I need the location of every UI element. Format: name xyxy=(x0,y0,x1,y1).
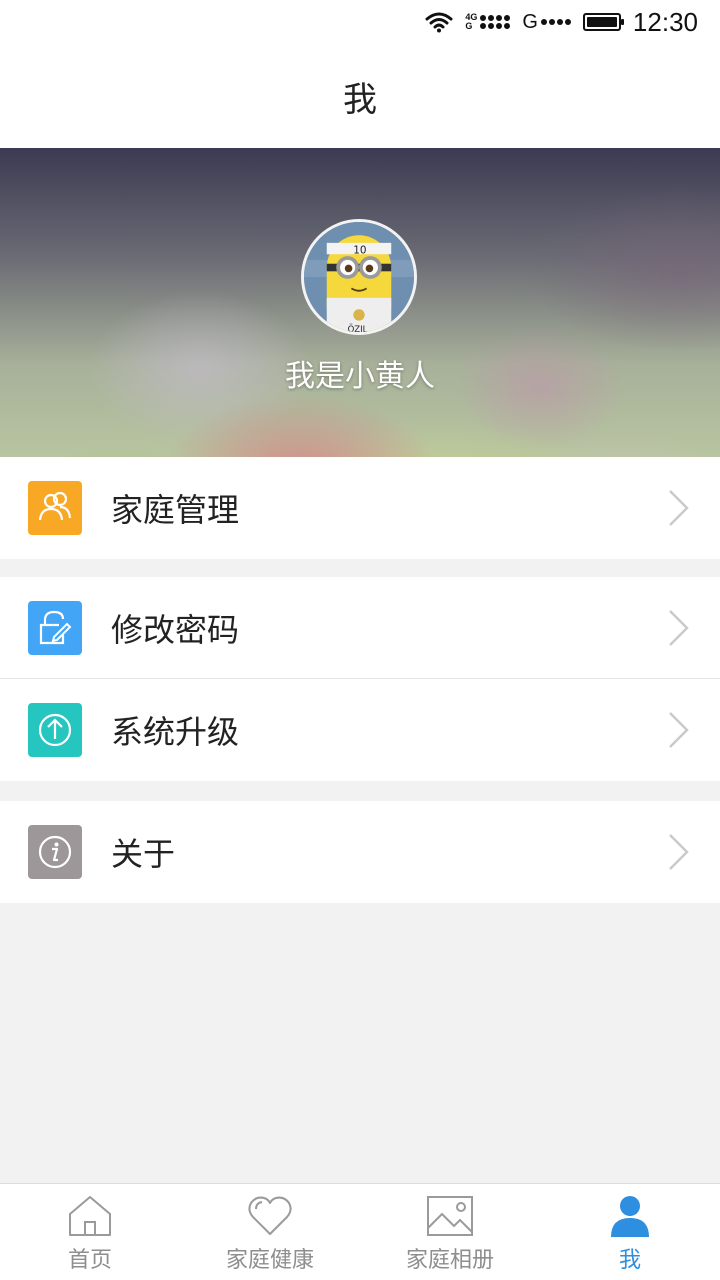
menu-item-label: 关于 xyxy=(111,835,176,873)
tab-bar: 首页 家庭健康 家庭相册 我 xyxy=(0,1183,720,1280)
status-bar: 4G G G 12:30 xyxy=(0,0,720,44)
page-title: 我 xyxy=(343,79,377,120)
tab-family-album[interactable]: 家庭相册 xyxy=(360,1184,540,1280)
avatar[interactable]: 10 ÖZIL xyxy=(301,219,417,335)
home-icon xyxy=(69,1196,111,1236)
second-sim-indicator: G xyxy=(522,11,571,34)
lock-edit-icon xyxy=(28,600,82,655)
chevron-right-icon xyxy=(669,609,689,646)
tab-label: 家庭健康 xyxy=(225,1248,314,1273)
menu-item-system-upgrade[interactable]: 系统升级 xyxy=(0,679,720,781)
tab-label: 首页 xyxy=(67,1248,112,1273)
tab-home[interactable]: 首页 xyxy=(0,1184,180,1280)
username: 我是小黄人 xyxy=(285,359,435,394)
avatar-image: 10 ÖZIL xyxy=(304,222,414,332)
menu-group-account: 修改密码 系统升级 xyxy=(0,577,720,781)
tab-label: 家庭相册 xyxy=(405,1248,494,1273)
signal-strength-icon xyxy=(480,15,511,29)
family-icon xyxy=(28,481,82,535)
status-time: 12:30 xyxy=(632,6,698,37)
menu-item-label: 系统升级 xyxy=(111,713,240,751)
profile-header: 10 ÖZIL 我是小黄人 xyxy=(0,148,720,457)
menu-item-family-management[interactable]: 家庭管理 xyxy=(0,457,720,559)
menu-item-about[interactable]: 关于 xyxy=(0,801,720,903)
tab-me[interactable]: 我 xyxy=(540,1184,720,1280)
network-type-bottom: G xyxy=(465,21,473,31)
chevron-right-icon xyxy=(669,490,689,526)
menu-item-label: 家庭管理 xyxy=(111,491,240,529)
menu-item-label: 修改密码 xyxy=(111,610,240,649)
second-sim-type: G xyxy=(522,10,538,33)
network-indicator: 4G G xyxy=(465,13,511,31)
menu-group-about: 关于 xyxy=(0,801,720,903)
nav-bar: 我 xyxy=(0,44,720,148)
tab-family-health[interactable]: 家庭健康 xyxy=(180,1184,360,1280)
svg-text:10: 10 xyxy=(353,244,366,256)
wifi-icon xyxy=(425,12,453,33)
menu-item-change-password[interactable]: 修改密码 xyxy=(0,577,720,679)
second-sim-signal-icon xyxy=(540,19,571,25)
chevron-right-icon xyxy=(669,712,689,748)
heart-icon xyxy=(248,1196,292,1235)
photo-icon xyxy=(427,1196,473,1236)
person-icon xyxy=(611,1196,649,1237)
tab-label: 我 xyxy=(618,1248,641,1273)
battery-icon xyxy=(582,13,624,31)
upgrade-icon xyxy=(28,703,82,757)
chevron-right-icon xyxy=(669,834,689,870)
info-icon xyxy=(28,825,82,879)
menu-group-family: 家庭管理 xyxy=(0,457,720,559)
svg-text:ÖZIL: ÖZIL xyxy=(348,324,368,332)
